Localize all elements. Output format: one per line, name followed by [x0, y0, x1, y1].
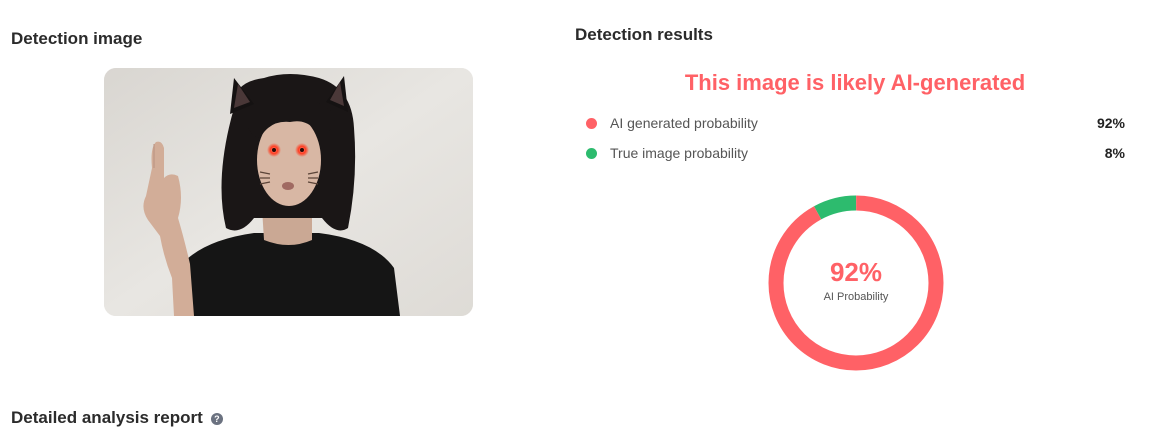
question-circle-icon[interactable]: ? [210, 413, 223, 425]
detection-image-heading: Detection image [11, 29, 143, 48]
probability-donut-chart: 92% AI Probability [766, 193, 946, 373]
ai-probability-label: AI generated probability [610, 115, 758, 131]
detailed-report-heading: Detailed analysis report ? [11, 408, 223, 428]
true-legend-dot-icon [586, 147, 597, 159]
donut-center: 92% AI Probability [766, 193, 946, 373]
donut-center-value: 92% [829, 257, 883, 287]
detection-results-heading: Detection results [575, 25, 713, 44]
ai-probability-row: AI generated probability 92% [586, 115, 1125, 131]
detailed-report-title: Detailed analysis report [11, 408, 203, 427]
detection-image [104, 68, 473, 316]
person-photo [104, 68, 473, 316]
true-probability-label: True image probability [610, 145, 748, 161]
true-probability-row: True image probability 8% [586, 145, 1125, 161]
ai-probability-value: 92% [1096, 115, 1125, 131]
ai-legend-dot-icon [586, 117, 597, 129]
true-probability-value: 8% [1104, 145, 1125, 161]
verdict-text: This image is likely AI-generated [684, 70, 1026, 95]
donut-center-label: AI Probability [823, 291, 889, 303]
